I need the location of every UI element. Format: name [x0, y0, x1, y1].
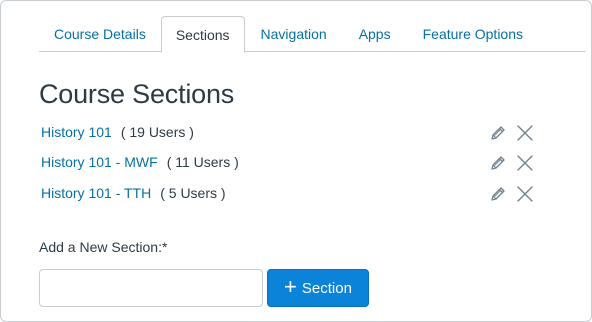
tab-bar: Course Details Sections Navigation Apps …	[39, 16, 586, 53]
section-row: History 101 - TTH ( 5 Users )	[41, 181, 541, 205]
pencil-icon[interactable]	[487, 153, 508, 173]
section-row: History 101 - MWF ( 11 Users )	[41, 150, 541, 174]
tab-navigation[interactable]: Navigation	[245, 16, 343, 52]
section-link[interactable]: History 101	[41, 124, 112, 140]
section-name-input[interactable]	[39, 269, 263, 307]
section-row: History 101 ( 19 Users )	[41, 120, 541, 144]
section-link[interactable]: History 101 - TTH	[41, 185, 151, 201]
tab-course-details[interactable]: Course Details	[39, 16, 161, 52]
add-section-label: Add a New Section:*	[39, 239, 168, 255]
close-icon[interactable]	[514, 184, 535, 204]
tab-feature-options[interactable]: Feature Options	[407, 16, 539, 52]
section-row-actions	[487, 184, 535, 204]
add-section-button-label: Section	[301, 279, 352, 297]
section-link[interactable]: History 101 - MWF	[41, 154, 158, 170]
pencil-icon[interactable]	[487, 123, 508, 143]
settings-panel: Course Details Sections Navigation Apps …	[0, 0, 592, 322]
page-title: Course Sections	[39, 79, 235, 109]
close-icon[interactable]	[514, 153, 535, 173]
section-row-actions	[487, 153, 535, 173]
close-icon[interactable]	[514, 123, 535, 143]
tab-apps[interactable]: Apps	[343, 16, 407, 52]
section-row-actions	[487, 123, 535, 143]
plus-icon: +	[284, 274, 297, 299]
section-user-count: ( 5 Users )	[160, 185, 226, 201]
section-user-count: ( 19 Users )	[120, 124, 194, 140]
tab-sections[interactable]: Sections	[160, 16, 245, 53]
pencil-icon[interactable]	[487, 184, 508, 204]
add-section-button[interactable]: + Section	[267, 269, 369, 307]
section-user-count: ( 11 Users )	[166, 154, 239, 170]
